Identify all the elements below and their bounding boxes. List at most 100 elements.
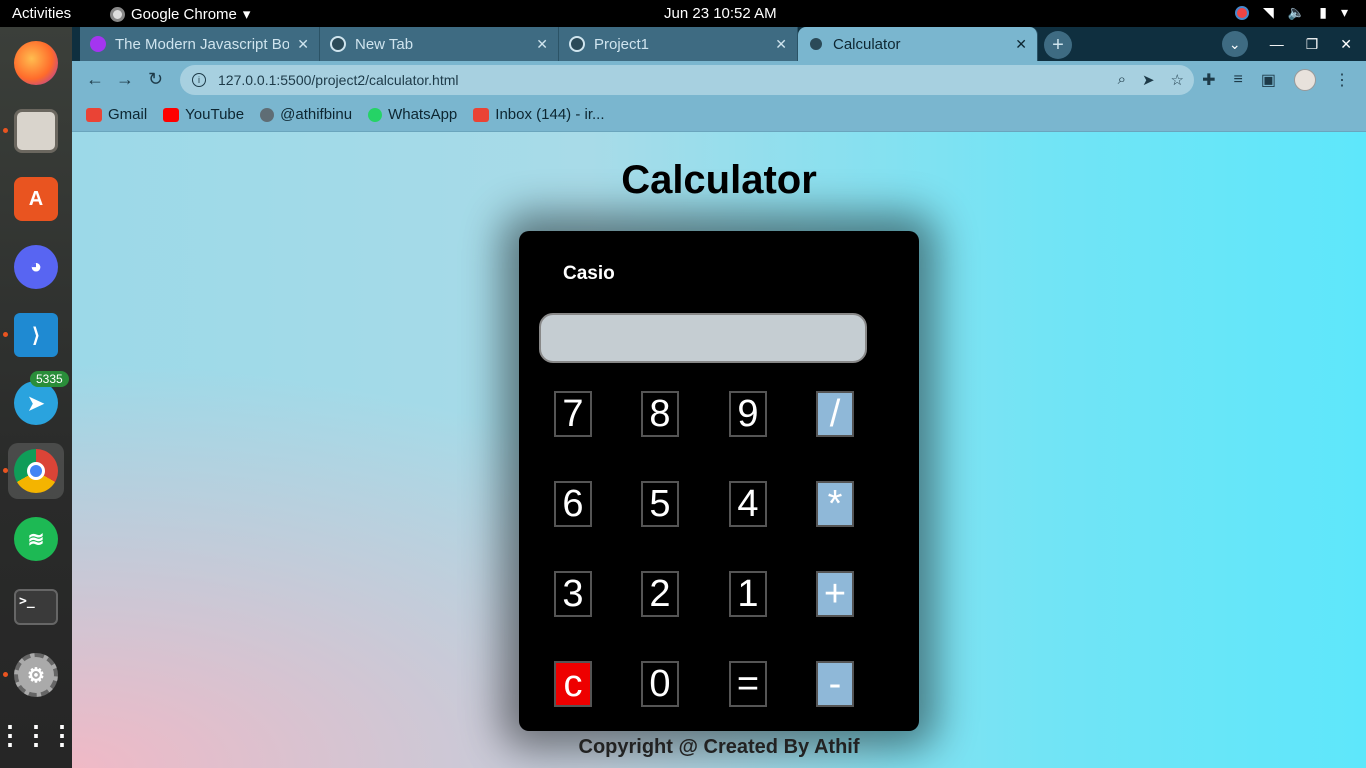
dock-firefox[interactable]	[8, 35, 64, 91]
key-2[interactable]: 2	[641, 571, 679, 617]
key-equals[interactable]: =	[729, 661, 767, 707]
bookmark-label: WhatsApp	[388, 106, 458, 123]
tab-search-button[interactable]: ⌄	[1221, 31, 1248, 57]
tab-label: The Modern Javascript Bootcamp	[115, 35, 290, 53]
key-4[interactable]: 4	[729, 481, 767, 527]
browser-window: The Modern Javascript Bootcamp ✕ New Tab…	[72, 27, 1366, 768]
clock[interactable]: Jun 23 10:52 AM	[664, 5, 777, 22]
maximize-button[interactable]: ❐	[1306, 36, 1319, 53]
minimize-button[interactable]: —	[1270, 36, 1284, 52]
toolbar-icons: ✚ ≡ ▣ ⋮	[1202, 69, 1350, 91]
key-9[interactable]: 9	[729, 391, 767, 437]
calculator-display[interactable]	[539, 313, 867, 363]
dock-vscode[interactable]: ⟩	[8, 307, 64, 363]
key-8[interactable]: 8	[641, 391, 679, 437]
activities-button[interactable]: Activities	[12, 5, 71, 22]
discord-icon: ◕	[14, 245, 58, 289]
tab-modern-javascript[interactable]: The Modern Javascript Bootcamp ✕	[80, 27, 320, 61]
page-title: Calculator	[621, 158, 817, 202]
profile-avatar[interactable]	[1294, 69, 1316, 91]
dock-terminal[interactable]: >_	[8, 579, 64, 635]
bookmark-athifbinu[interactable]: @athifbinu	[260, 106, 352, 123]
settings-icon: ⚙	[14, 653, 58, 697]
close-icon[interactable]: ✕	[536, 36, 548, 53]
close-icon[interactable]: ✕	[1015, 36, 1027, 53]
key-divide[interactable]: /	[816, 391, 854, 437]
dock-show-apps[interactable]: ⋮⋮⋮	[0, 707, 75, 763]
bookmark-label: YouTube	[185, 106, 245, 123]
tab-label: Calculator	[833, 35, 901, 53]
dock-files[interactable]	[8, 103, 64, 159]
bookmarks-bar: Gmail YouTube @athifbinu WhatsApp Inbox …	[72, 98, 1366, 132]
spotify-icon: ≋	[14, 517, 58, 561]
send-icon[interactable]: ➤	[1142, 71, 1155, 89]
key-3[interactable]: 3	[554, 571, 592, 617]
globe-icon	[569, 36, 585, 52]
plus-icon: +	[1052, 33, 1064, 56]
page-footer: Copyright @ Created By Athif	[578, 736, 860, 758]
key-subtract[interactable]: -	[816, 661, 854, 707]
key-clear[interactable]: c	[554, 661, 592, 707]
url-text[interactable]: 127.0.0.1:5500/project2/calculator.html	[218, 72, 459, 88]
browser-toolbar: ← → ↻ i 127.0.0.1:5500/project2/calculat…	[72, 61, 1366, 98]
new-tab-button[interactable]: +	[1044, 31, 1072, 59]
window-controls: ⌄ — ❐ ✕	[1221, 27, 1366, 61]
back-button[interactable]: ←	[86, 69, 104, 90]
system-tray[interactable]: ◥ 🔈 ▮ ▾	[1235, 4, 1348, 21]
chrome-icon	[330, 36, 346, 52]
firefox-icon	[14, 41, 58, 85]
side-panel-icon[interactable]: ▣	[1261, 70, 1276, 90]
chevron-down-icon: ▾	[242, 6, 251, 23]
dock-app-store[interactable]: A	[8, 171, 64, 227]
gmail-icon	[86, 107, 102, 122]
bookmark-whatsapp[interactable]: WhatsApp	[368, 106, 457, 123]
dock-settings[interactable]: ⚙	[8, 647, 64, 703]
app-menu[interactable]: Google Chrome ▾	[110, 5, 250, 23]
reload-button[interactable]: ↻	[148, 69, 163, 90]
key-7[interactable]: 7	[554, 391, 592, 437]
tab-project1[interactable]: Project1 ✕	[559, 27, 798, 61]
bookmark-star-icon[interactable]: ☆	[1171, 71, 1184, 89]
bookmark-label: @athifbinu	[280, 106, 353, 123]
key-5[interactable]: 5	[641, 481, 679, 527]
whatsapp-icon	[368, 107, 383, 122]
extensions-icon[interactable]: ✚	[1202, 70, 1215, 90]
system-top-bar: Activities Google Chrome ▾ Jun 23 10:52 …	[0, 0, 1366, 27]
terminal-icon: >_	[14, 589, 58, 625]
key-0[interactable]: 0	[641, 661, 679, 707]
more-menu-icon[interactable]: ⋮	[1334, 70, 1350, 90]
key-6[interactable]: 6	[554, 481, 592, 527]
bookmark-gmail[interactable]: Gmail	[86, 106, 147, 123]
dock-spotify[interactable]: ≋	[8, 511, 64, 567]
zoom-icon[interactable]: ⌕	[1118, 71, 1126, 89]
screen-record-icon[interactable]	[1235, 5, 1250, 20]
chevron-down-icon: ⌄	[1228, 35, 1241, 52]
close-window-button[interactable]: ✕	[1340, 36, 1352, 53]
tab-label: New Tab	[355, 35, 414, 53]
dock-chrome[interactable]	[8, 443, 64, 499]
tab-calculator[interactable]: Calculator ✕	[798, 27, 1038, 61]
site-info-icon[interactable]: i	[192, 73, 206, 87]
chrome-icon	[14, 449, 58, 493]
close-icon[interactable]: ✕	[297, 36, 309, 53]
key-multiply[interactable]: *	[816, 481, 854, 527]
bookmark-label: Inbox (144) - ir...	[495, 106, 605, 123]
key-1[interactable]: 1	[729, 571, 767, 617]
tab-strip: The Modern Javascript Bootcamp ✕ New Tab…	[72, 27, 1366, 61]
calculator-brand: Casio	[563, 263, 615, 284]
bookmark-youtube[interactable]: YouTube	[163, 106, 244, 123]
address-bar[interactable]: i 127.0.0.1:5500/project2/calculator.htm…	[180, 65, 1194, 95]
bookmark-inbox[interactable]: Inbox (144) - ir...	[473, 106, 605, 123]
tab-new-tab[interactable]: New Tab ✕	[320, 27, 559, 61]
key-add[interactable]: +	[816, 571, 854, 617]
close-icon[interactable]: ✕	[775, 36, 787, 53]
dock-telegram[interactable]: ➤ 5335	[8, 371, 69, 431]
calculator: Casio 7 8 9 / 6 5 4 * 3 2 1 + c 0 = -	[519, 231, 919, 731]
app-store-icon: A	[14, 177, 58, 221]
reading-list-icon[interactable]: ≡	[1234, 71, 1243, 89]
dock-discord[interactable]: ◕	[8, 239, 64, 295]
tab-label: Project1	[594, 35, 650, 53]
wifi-icon: ◥	[1263, 4, 1274, 20]
dock: A ◕ ⟩ ➤ 5335 ≋ >_ ⚙ ⋮⋮⋮	[0, 27, 75, 768]
forward-button[interactable]: →	[116, 69, 134, 90]
